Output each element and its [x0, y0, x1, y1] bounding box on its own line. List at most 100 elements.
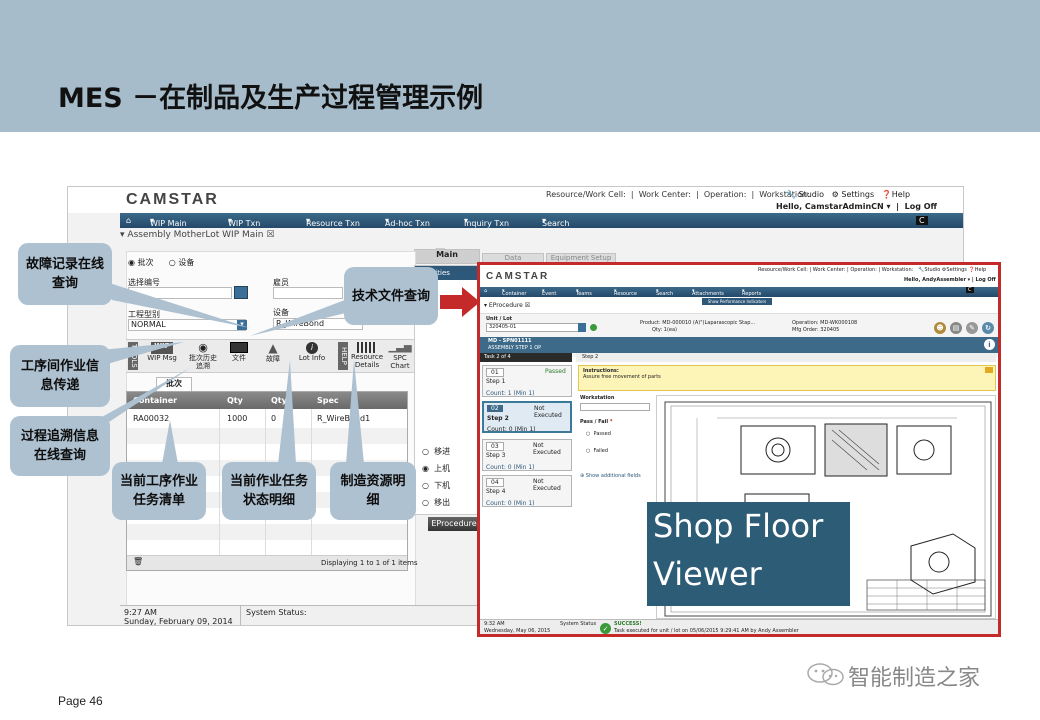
- step-card-3[interactable]: 03 Not Executed Step 3 Count: 0 (Min 1): [482, 439, 572, 471]
- wechat-icon: [806, 661, 846, 687]
- step-tab[interactable]: Step 2: [576, 353, 996, 362]
- right-status-date: Wednesday, May 06, 2015: [484, 628, 551, 634]
- col-qty[interactable]: Qty: [227, 396, 243, 405]
- right-nav-bar: ⌂ Container ▾ Event ▾ Teams ▾ Resource ▾…: [480, 287, 998, 297]
- assembly-id: MD - SPN01111: [488, 338, 532, 344]
- nav-inquiry-txn[interactable]: Inquiry Txn ▾: [464, 216, 509, 228]
- overlay-line-2: Viewer: [653, 555, 762, 593]
- pencil-icon[interactable]: ✎: [966, 322, 978, 334]
- assembly-bar: MD - SPN01111 ASSEMBLY STEP 1 OP i: [480, 337, 998, 353]
- lot-history-button[interactable]: ◉ 批次历史追溯: [186, 341, 220, 371]
- nav-resource[interactable]: Resource ▾: [614, 288, 637, 297]
- nav-search[interactable]: Search ▾: [542, 216, 569, 228]
- nav-resource-txn[interactable]: Resource Txn ▾: [306, 216, 360, 228]
- c-icon[interactable]: C: [966, 287, 974, 293]
- logoff-link[interactable]: Log Off: [905, 202, 937, 211]
- nav-event[interactable]: Event ▾: [542, 288, 556, 297]
- workstation-input[interactable]: [580, 403, 650, 411]
- eprocedure-button[interactable]: EProcedure: [428, 517, 480, 531]
- move-out-option[interactable]: ○ 移出: [422, 494, 450, 511]
- page-number: Page 46: [58, 694, 103, 708]
- collapse-icon[interactable]: [985, 367, 993, 373]
- callout-info-transfer: 工序间作业信息传递: [10, 345, 110, 407]
- help-link[interactable]: ❓Help: [882, 190, 910, 199]
- status-date: Sunday, February 09, 2014: [124, 617, 233, 626]
- person-icon[interactable]: ☻: [934, 322, 946, 334]
- passed-option[interactable]: ○ Passed: [586, 431, 611, 437]
- document-icon[interactable]: ▤: [950, 322, 962, 334]
- tab-main[interactable]: Main: [414, 249, 480, 264]
- breadcrumb: ▾ Assembly MotherLot WIP Main ☒: [120, 230, 275, 240]
- nav-search[interactable]: Search ▾: [656, 288, 673, 297]
- home-icon[interactable]: ⌂: [484, 288, 487, 294]
- nav-container[interactable]: Container ▾: [502, 288, 526, 297]
- barcode-icon: [357, 342, 377, 353]
- nav-attachments[interactable]: Attachments ▾: [692, 288, 724, 297]
- studio-link[interactable]: 🔧 Studio: [786, 190, 824, 199]
- footer-count: Displaying 1 to 1 of 1 items: [321, 559, 418, 567]
- lot-info-button[interactable]: i Lot Info: [294, 342, 330, 362]
- eprocedure-tab[interactable]: EProcedure: [489, 302, 523, 309]
- radio-equipment[interactable]: ○ 设备: [169, 258, 195, 267]
- steps-list: 01 Passed Step 1 Count: 1 (Min 1) 02 Not…: [482, 365, 576, 619]
- document-button[interactable]: 文件: [224, 342, 254, 363]
- passfail-label: Pass / Fail *: [580, 419, 613, 425]
- nav-adhoc-txn[interactable]: Ad-hoc Txn ▾: [385, 216, 430, 228]
- system-status: System Status:: [246, 608, 307, 617]
- left-nav-bar: ⌂ WIP Main ▾ WIP Txn ▾ Resource Txn ▾ Ad…: [120, 213, 963, 228]
- breadcrumb-tab[interactable]: Assembly MotherLot WIP Main: [127, 230, 263, 240]
- unit-label: Unit / Lot: [486, 316, 513, 322]
- chevron-down-icon[interactable]: [578, 323, 586, 332]
- go-icon[interactable]: [590, 324, 597, 331]
- left-top-info: Resource/Work Cell: | Work Center: | Ope…: [546, 190, 810, 199]
- left-top-links: 🔧 Studio ⚙ Settings ❓Help: [786, 190, 910, 199]
- callout-task-list: 当前工序作业任务清单: [112, 462, 206, 520]
- step-card-2[interactable]: 02 Not Executed Step 2 Count: 0 (Min 1): [482, 401, 572, 433]
- nav-wip-txn[interactable]: WIP Txn ▾: [228, 216, 260, 228]
- left-header: CAMSTAR Resource/Work Cell: | Work Cente…: [68, 187, 963, 213]
- unit-input[interactable]: 320405-01: [486, 323, 582, 332]
- eye-icon: ◉: [198, 341, 208, 354]
- callout-task-list-pointer: [162, 420, 178, 464]
- logoff-link[interactable]: Log Off: [975, 277, 995, 283]
- home-icon[interactable]: ⌂: [126, 216, 131, 225]
- nav-wip-main[interactable]: WIP Main ▾: [150, 216, 187, 228]
- info-icon[interactable]: i: [984, 339, 995, 350]
- radio-lot[interactable]: ◉ 批次: [128, 258, 154, 267]
- move-in-option[interactable]: ○ 移进: [422, 443, 450, 460]
- col-spec[interactable]: Spec: [317, 396, 339, 405]
- status-time: 9:27 AM: [124, 608, 157, 617]
- assembly-step: ASSEMBLY STEP 1 OP: [488, 345, 542, 351]
- studio-link[interactable]: 🔧Studio: [918, 267, 940, 273]
- left-user: Hello, CamstarAdminCN ▾ | Log Off: [776, 202, 937, 211]
- collapse-icon[interactable]: ▾: [120, 230, 125, 240]
- move-options: ○ 移进 ◉ 上机 ○ 下机 ○ 移出: [422, 443, 450, 511]
- callout-trace: 过程追溯信息在线查询: [10, 416, 110, 476]
- nav-teams[interactable]: Teams ▾: [576, 288, 592, 297]
- performance-indicators-tab[interactable]: Show Performance Indicators: [702, 298, 772, 305]
- product-text: Product: MD-000010 (A)"(Laparascopic Sta…: [640, 320, 756, 326]
- operation-text: Operation: MD-WK000108: [792, 320, 858, 326]
- step-card-4[interactable]: 04 Not Executed Step 4 Count: 0 (Min 1): [482, 475, 572, 507]
- track-out-option[interactable]: ○ 下机: [422, 477, 450, 494]
- mfg-order-text: Mfg Order: 320405: [792, 327, 840, 333]
- success-text: Task executed for unit / lot on 05/06/20…: [614, 628, 799, 634]
- additional-fields-link[interactable]: ⊕ Show additional fields: [580, 473, 641, 479]
- settings-link[interactable]: ⚙Settings: [942, 267, 967, 273]
- refresh-icon[interactable]: ↻: [982, 322, 994, 334]
- callout-tech-doc-pointer: [250, 298, 350, 336]
- arrow-right-icon: [440, 287, 480, 317]
- step-card-1[interactable]: 01 Passed Step 1 Count: 1 (Min 1): [482, 365, 572, 397]
- left-status-bar: 9:27 AM Sunday, February 09, 2014 System…: [120, 605, 480, 626]
- table-footer: 🗑 Displaying 1 to 1 of 1 items: [127, 555, 418, 570]
- failed-option[interactable]: ○ Failed: [586, 448, 608, 454]
- c-icon[interactable]: C: [916, 216, 928, 225]
- nav-reports[interactable]: Reports ▾: [742, 288, 761, 297]
- trash-icon[interactable]: 🗑: [133, 557, 143, 566]
- task-tab[interactable]: Task 2 of 4: [480, 353, 572, 362]
- track-in-option[interactable]: ◉ 上机: [422, 460, 450, 477]
- help-link[interactable]: ❓Help: [969, 267, 987, 273]
- spc-chart-button[interactable]: ▁▃▅ SPC Chart: [386, 342, 414, 370]
- settings-link[interactable]: ⚙ Settings: [832, 190, 875, 199]
- qty-text: Qty: 1(ea): [652, 327, 677, 333]
